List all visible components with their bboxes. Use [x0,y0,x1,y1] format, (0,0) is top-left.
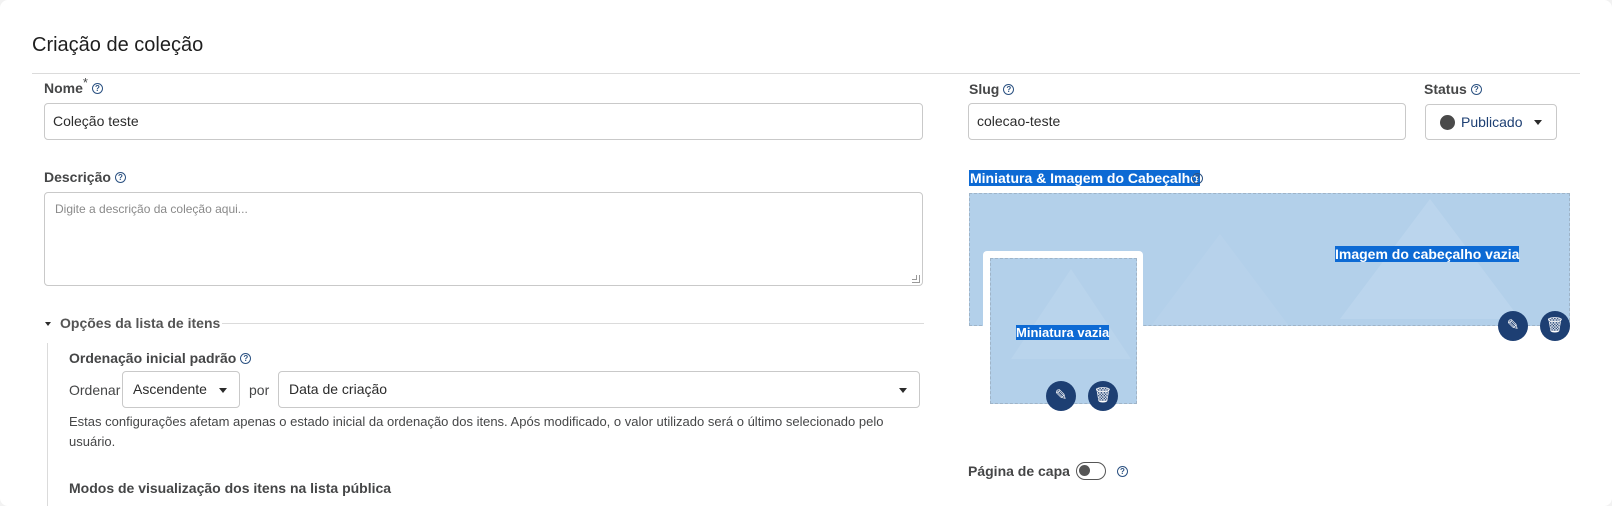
cover-page-toggle[interactable] [1076,462,1106,480]
order-direction-select[interactable]: Ascendente [122,371,240,408]
help-icon[interactable]: ? [1192,173,1203,184]
description-placeholder: Digite a descrição da coleção aqui... [55,202,248,216]
edit-header-button[interactable]: ✎ [1498,311,1528,341]
collection-form-page: Criação de coleção Nome*? Coleção teste … [0,0,1612,506]
trash-icon: 🗑 [1545,317,1565,334]
chevron-down-icon [219,388,227,393]
status-dropdown[interactable]: Publicado [1425,104,1557,140]
help-icon[interactable]: ? [91,82,103,94]
help-icon[interactable]: ? [114,171,126,183]
page-title: Criação de coleção [32,34,204,56]
section-indent-bar [47,343,48,506]
order-direction-value: Ascendente [133,381,207,397]
list-options-toggle[interactable]: Opções da lista de itens [60,315,220,331]
help-icon[interactable]: ? [1470,83,1482,95]
chevron-down-icon [1534,120,1542,125]
help-icon[interactable]: ? [240,352,252,364]
status-value: Publicado [1461,114,1523,130]
order-by-select[interactable]: Data de criação [278,371,920,408]
by-label: por [249,382,270,398]
status-label-text: Status [1424,81,1467,97]
title-divider [32,73,1580,74]
required-mark: * [82,75,88,90]
help-icon[interactable]: ? [1117,466,1128,477]
media-label: Miniatura & Imagem do Cabeçalho [969,170,1200,186]
cover-page-label: Página de capa [968,463,1070,479]
slug-label: Slug? [969,81,1015,97]
status-label: Status? [1424,81,1482,97]
name-label: Nome*? [44,75,103,96]
trash-icon: 🗑 [1093,387,1113,404]
chevron-down-icon [899,388,907,393]
ordering-label-text: Ordenação inicial padrão [69,350,237,366]
resize-handle[interactable] [912,275,920,283]
view-modes-label: Modos de visualização dos itens na lista… [69,480,392,496]
header-empty-text: Imagem do cabeçalho vazia [1335,246,1520,262]
media-label-text: Miniatura & Imagem do Cabeçalho [970,170,1199,186]
description-label-text: Descrição [44,169,111,185]
ordering-help-text: Estas configurações afetam apenas o esta… [69,414,884,449]
description-label: Descrição? [44,169,126,185]
delete-thumbnail-button[interactable]: 🗑 [1088,381,1118,411]
description-textarea[interactable]: Digite a descrição da coleção aqui... [44,192,923,286]
edit-thumbnail-button[interactable]: ✎ [1046,381,1076,411]
name-label-text: Nome [44,80,83,96]
thumbnail-empty-text: Miniatura vazia [1016,325,1110,340]
order-prefix: Ordenar [69,382,121,398]
order-by-value: Data de criação [289,381,388,397]
slug-input[interactable]: colecao-teste [968,103,1406,140]
name-input[interactable]: Coleção teste [44,103,923,140]
section-divider [222,323,924,324]
ordering-label: Ordenação inicial padrão? [69,350,252,366]
pencil-icon: ✎ [1054,387,1068,404]
delete-header-button[interactable]: 🗑 [1540,311,1570,341]
pencil-icon: ✎ [1506,317,1520,334]
globe-icon [1440,114,1455,130]
header-placeholder-shape [1130,234,1310,325]
help-icon[interactable]: ? [1003,83,1015,95]
thumbnail-placeholder-shape [1011,269,1131,359]
collapse-caret-icon[interactable] [45,322,51,326]
slug-label-text: Slug [969,81,1000,97]
